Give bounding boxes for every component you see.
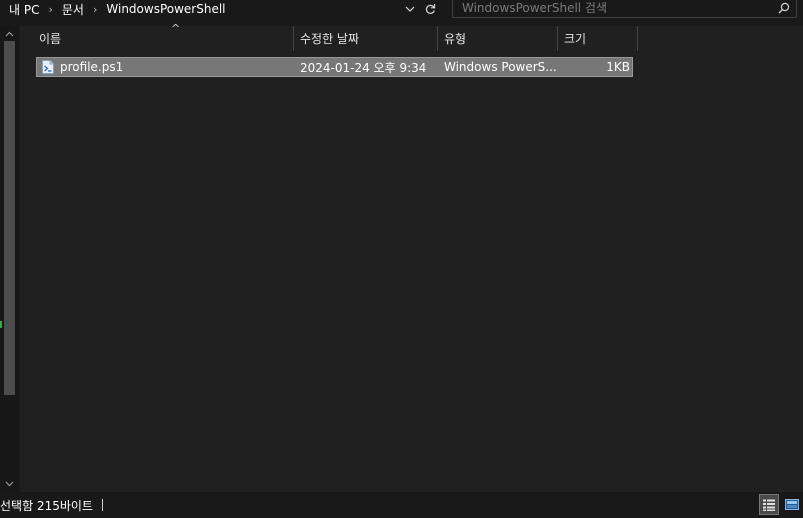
file-type: Windows PowerS... xyxy=(444,60,556,74)
file-explorer-window: 내 PC › 문서 › WindowsPowerShell WindowsPow… xyxy=(0,0,803,518)
search-icon xyxy=(778,2,790,14)
search-box[interactable] xyxy=(452,0,797,18)
details-view-button[interactable] xyxy=(759,494,779,515)
address-bar[interactable]: 내 PC › 문서 › WindowsPowerShell xyxy=(0,0,440,18)
column-header-modified-label: 수정한 날짜 xyxy=(300,32,360,46)
column-header-name-label: 이름 xyxy=(39,32,62,46)
navigation-pane-scrollbar[interactable] xyxy=(0,26,18,492)
column-header-size[interactable]: 크기 xyxy=(558,26,638,51)
scroll-thumb[interactable] xyxy=(4,41,15,395)
column-header-modified[interactable]: 수정한 날짜 xyxy=(294,26,438,51)
search-button[interactable] xyxy=(772,0,796,17)
file-list-pane[interactable]: 이름 ^ 수정한 날짜 유형 크기 profile.ps1 2024-01-24… xyxy=(20,22,803,492)
chevron-down-icon xyxy=(5,481,13,487)
large-icons-view-icon xyxy=(785,499,799,510)
column-header-type[interactable]: 유형 xyxy=(438,26,558,51)
status-bar: 선택함 215바이트 xyxy=(0,492,803,518)
column-header-row: 이름 ^ 수정한 날짜 유형 크기 xyxy=(20,22,803,51)
large-icons-view-button[interactable] xyxy=(782,494,802,515)
breadcrumb-separator-icon[interactable]: › xyxy=(86,3,104,16)
file-row-profile-ps1[interactable]: profile.ps1 2024-01-24 오후 9:34 Windows P… xyxy=(36,57,633,77)
chevron-down-icon xyxy=(405,6,415,12)
file-name: profile.ps1 xyxy=(60,60,124,74)
sort-ascending-icon: ^ xyxy=(171,22,181,35)
column-header-name[interactable]: 이름 ^ xyxy=(33,22,294,51)
search-input[interactable] xyxy=(453,0,772,16)
navigation-pane-edge-marker xyxy=(0,321,2,328)
scroll-up-button[interactable] xyxy=(0,26,18,42)
file-size: 1KB xyxy=(606,60,630,74)
powershell-script-icon xyxy=(42,60,54,74)
breadcrumb-separator-icon[interactable]: › xyxy=(41,3,59,16)
refresh-icon xyxy=(425,4,435,14)
details-view-icon xyxy=(763,499,775,511)
status-divider xyxy=(101,499,103,511)
file-modified-date: 2024-01-24 오후 9:34 xyxy=(300,60,427,75)
status-text: 선택함 215바이트 xyxy=(0,498,93,513)
breadcrumb-this-pc[interactable]: 내 PC xyxy=(7,1,41,18)
breadcrumb-windowspowershell[interactable]: WindowsPowerShell xyxy=(104,2,227,16)
scroll-down-button[interactable] xyxy=(0,476,18,492)
chevron-up-icon xyxy=(5,31,13,37)
column-header-type-label: 유형 xyxy=(444,32,467,46)
breadcrumb: 내 PC › 문서 › WindowsPowerShell xyxy=(0,0,400,18)
address-history-button[interactable] xyxy=(400,0,420,18)
breadcrumb-documents[interactable]: 문서 xyxy=(60,1,86,18)
refresh-button[interactable] xyxy=(420,0,440,18)
column-header-size-label: 크기 xyxy=(564,32,587,46)
